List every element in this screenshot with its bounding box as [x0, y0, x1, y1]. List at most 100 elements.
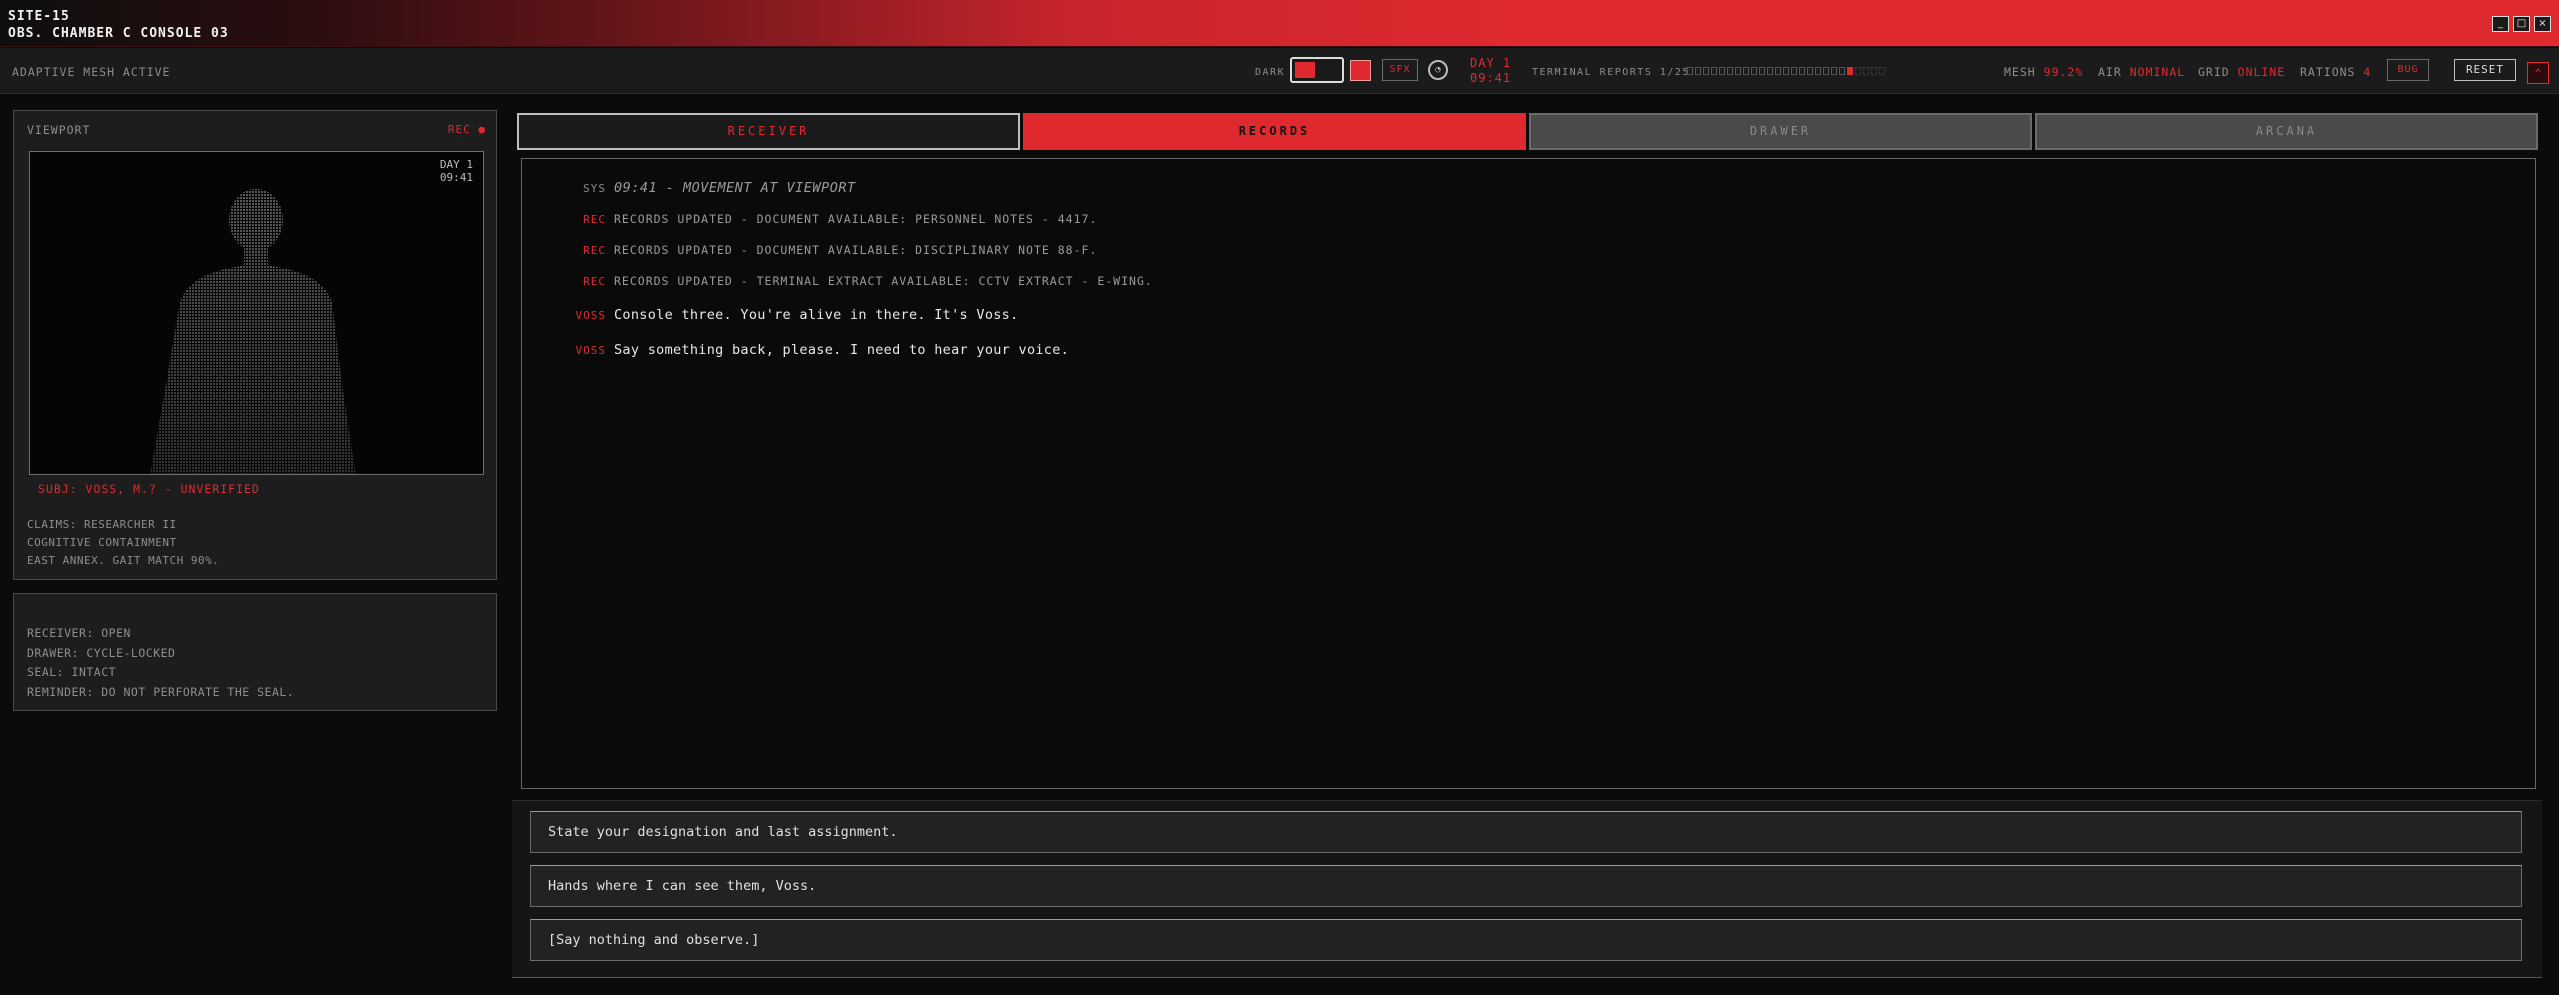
report-cell — [1751, 67, 1757, 75]
report-cell — [1719, 67, 1725, 75]
viewport-feed: DAY 1 09:41 — [29, 151, 484, 475]
report-cell — [1767, 67, 1773, 75]
report-cell — [1863, 67, 1869, 75]
tab-drawer[interactable]: DRAWER — [1529, 113, 2032, 150]
report-cell — [1855, 67, 1861, 75]
log-entry: SYS 09:41 - MOVEMENT AT VIEWPORT — [522, 180, 2535, 196]
log-entry: VOSS Console three. You're alive in ther… — [522, 307, 2535, 323]
accent-color-swatch[interactable] — [1350, 60, 1371, 81]
log-tag: REC — [583, 275, 606, 288]
log-text: Console three. You're alive in there. It… — [614, 307, 1019, 323]
air-readout: AIR NOMINAL — [2098, 65, 2185, 79]
grid-label: GRID — [2198, 65, 2230, 79]
rations-value: 4 — [2363, 65, 2372, 79]
report-cell — [1759, 67, 1765, 75]
reminder: REMINDER: DO NOT PERFORATE THE SEAL. — [27, 684, 295, 699]
report-cell — [1823, 67, 1829, 75]
viewport-title: VIEWPORT — [27, 123, 91, 137]
claim-line: EAST ANNEX. GAIT MATCH 90%. — [27, 554, 220, 567]
minimize-button[interactable]: _ — [2492, 16, 2509, 32]
viewport-time: 09:41 — [439, 171, 473, 184]
log-text: Say something back, please. I need to he… — [614, 342, 1070, 358]
close-button[interactable]: × — [2534, 16, 2551, 32]
subject-claims: CLAIMS: RESEARCHER II COGNITIVE CONTAINM… — [27, 516, 219, 570]
log-entry: VOSS Say something back, please. I need … — [522, 342, 2535, 358]
receiver-status: RECEIVER: OPEN — [27, 626, 131, 640]
report-cell — [1735, 67, 1741, 75]
containment-status-panel: RECEIVER: OPEN DRAWER: CYCLE-LOCKED SEAL… — [13, 593, 497, 711]
claim-line: COGNITIVE CONTAINMENT — [27, 536, 177, 549]
response-choices: State your designation and last assignme… — [512, 800, 2542, 978]
window-controls: _ □ × — [2492, 16, 2551, 32]
viewport-timestamp: DAY 1 09:41 — [440, 158, 473, 184]
log-tag: REC — [583, 244, 606, 257]
window-title-console: OBS. CHAMBER C CONSOLE 03 — [8, 26, 229, 41]
choice-button[interactable]: Hands where I can see them, Voss. — [530, 865, 2522, 907]
day-label: DAY 1 — [1470, 56, 1512, 70]
log-tag: SYS — [583, 182, 606, 195]
log-tag: REC — [583, 213, 606, 226]
log-entry: REC RECORDS UPDATED - DOCUMENT AVAILABLE… — [522, 243, 2535, 257]
report-cell — [1831, 67, 1837, 75]
grid-readout: GRID ONLINE — [2198, 65, 2285, 79]
report-cell — [1743, 67, 1749, 75]
report-cell — [1799, 67, 1805, 75]
day-time-readout: DAY 1 09:41 — [1470, 56, 1511, 86]
tab-records[interactable]: RECORDS — [1023, 113, 1526, 150]
choice-button[interactable]: [Say nothing and observe.] — [530, 919, 2522, 961]
terminal-reports-progress — [1687, 67, 1885, 75]
subject-silhouette — [150, 189, 356, 474]
bug-button[interactable]: BUG — [2387, 59, 2429, 81]
log-text: RECORDS UPDATED - TERMINAL EXTRACT AVAIL… — [614, 274, 1153, 288]
sfx-button[interactable]: SFX — [1382, 59, 1418, 81]
report-cell — [1727, 67, 1733, 75]
report-cell — [1687, 67, 1693, 75]
report-cell — [1807, 67, 1813, 75]
gauge-icon[interactable]: ◔ — [1428, 60, 1448, 80]
maximize-button[interactable]: □ — [2513, 16, 2530, 32]
claim-line: CLAIMS: RESEARCHER II — [27, 518, 177, 531]
rations-readout: RATIONS 4 — [2300, 65, 2371, 79]
mesh-status: ADAPTIVE MESH ACTIVE — [12, 65, 171, 79]
terminal-reports-label: TERMINAL REPORTS 1/25 — [1532, 67, 1690, 78]
tab-receiver[interactable]: RECEIVER — [517, 113, 1020, 150]
log-entry: REC RECORDS UPDATED - TERMINAL EXTRACT A… — [522, 274, 2535, 288]
report-cell — [1791, 67, 1797, 75]
report-cell — [1815, 67, 1821, 75]
rations-label: RATIONS — [2300, 65, 2356, 79]
drawer-status: DRAWER: CYCLE-LOCKED — [27, 645, 176, 660]
dark-label: DARK — [1255, 67, 1286, 78]
log-tag: VOSS — [575, 344, 606, 357]
log-text: RECORDS UPDATED - DOCUMENT AVAILABLE: PE… — [614, 212, 1098, 226]
time-label: 09:41 — [1470, 71, 1512, 85]
log-text: RECORDS UPDATED - DOCUMENT AVAILABLE: DI… — [614, 243, 1098, 257]
report-cell — [1703, 67, 1709, 75]
mesh-value: 99.2% — [2043, 65, 2084, 79]
tab-arcana[interactable]: ARCANA — [2035, 113, 2538, 150]
log-text: 09:41 - MOVEMENT AT VIEWPORT — [614, 180, 856, 196]
collapse-icon[interactable]: ⌃ — [2527, 62, 2549, 84]
report-cell — [1879, 67, 1885, 75]
grid-value: ONLINE — [2237, 65, 2286, 79]
log-entry: REC RECORDS UPDATED - DOCUMENT AVAILABLE… — [522, 212, 2535, 226]
rec-indicator: REC ● — [447, 123, 486, 136]
report-cell — [1695, 67, 1701, 75]
report-cell — [1847, 67, 1853, 75]
toggle-knob — [1295, 62, 1315, 78]
report-cell — [1711, 67, 1717, 75]
dark-mode-toggle[interactable] — [1290, 57, 1344, 83]
air-value: NOMINAL — [2129, 65, 2186, 79]
seal-status: SEAL: INTACT — [27, 665, 117, 679]
title-bar: SITE-15 OBS. CHAMBER C CONSOLE 03 _ □ × — [0, 0, 2559, 47]
report-cell — [1783, 67, 1789, 75]
mesh-label: MESH — [2004, 65, 2036, 79]
reset-button[interactable]: RESET — [2454, 59, 2516, 81]
mesh-readout: MESH 99.2% — [2004, 65, 2083, 79]
log-tag: VOSS — [575, 309, 606, 322]
terminal-reports-text: TERMINAL REPORTS — [1532, 67, 1653, 78]
status-bar: ADAPTIVE MESH ACTIVE DARK SFX ◔ DAY 1 09… — [0, 48, 2559, 94]
choice-button[interactable]: State your designation and last assignme… — [530, 811, 2522, 853]
tab-bar: RECEIVER RECORDS DRAWER ARCANA — [517, 113, 2538, 150]
status-lines: RECEIVER: OPEN DRAWER: CYCLE-LOCKED SEAL… — [27, 624, 294, 702]
message-log[interactable]: SYS 09:41 - MOVEMENT AT VIEWPORT REC REC… — [521, 158, 2536, 789]
